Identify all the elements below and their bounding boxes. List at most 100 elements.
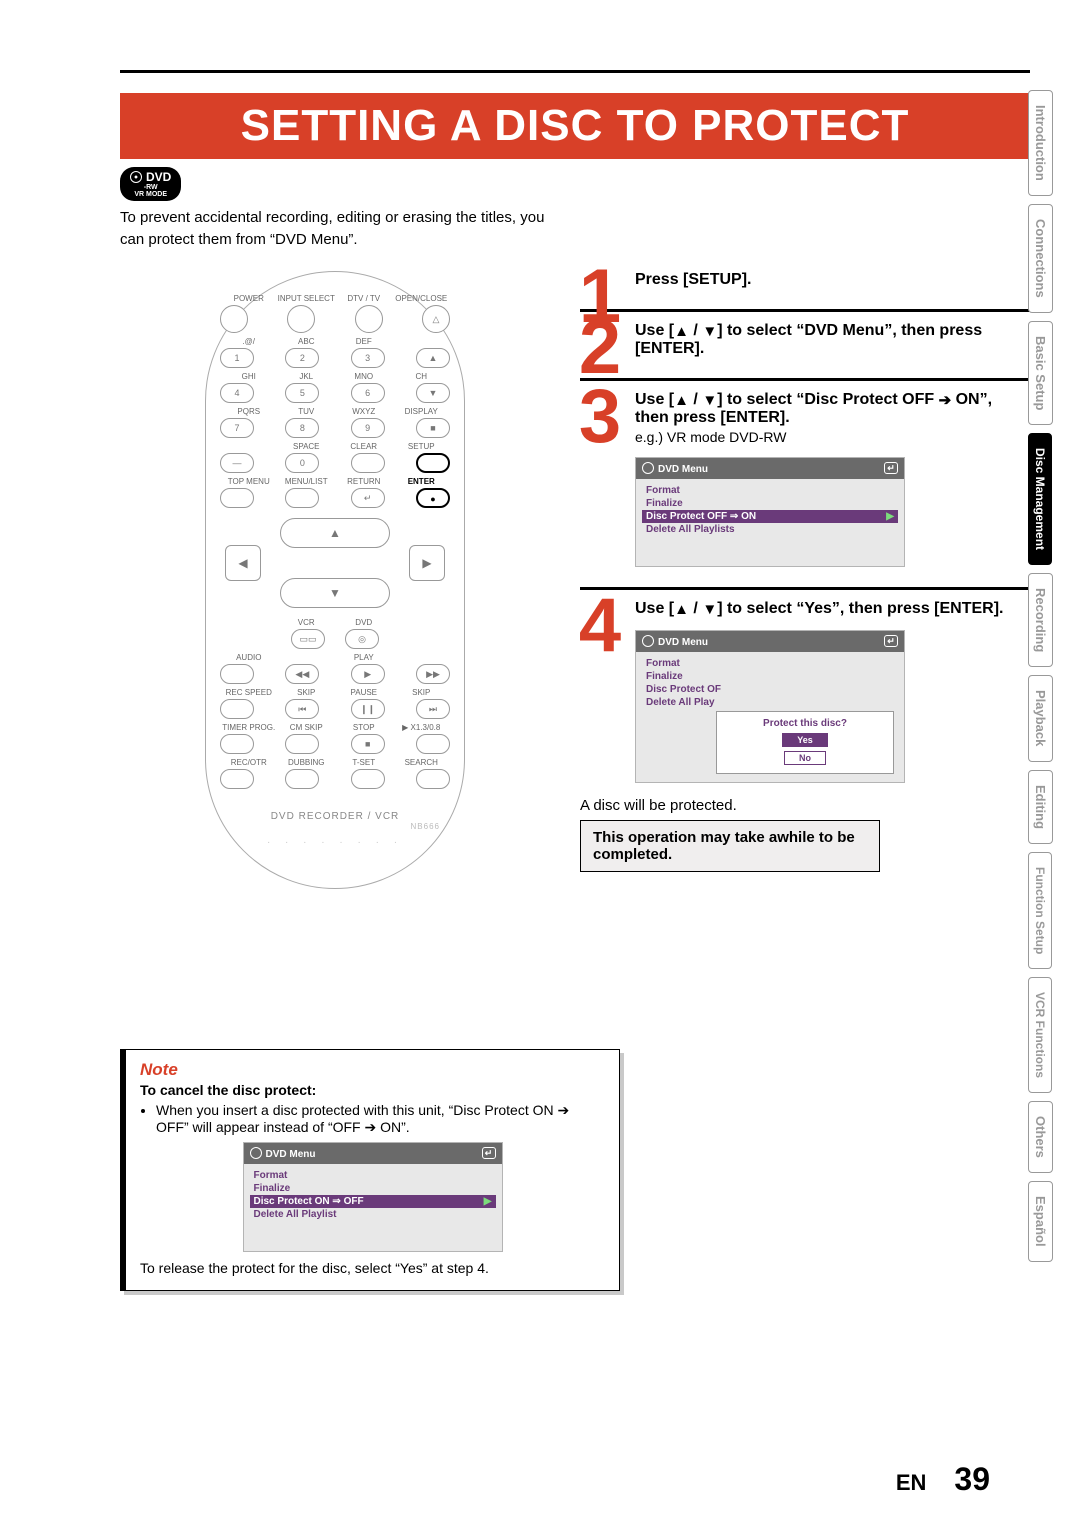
return-icon: ↵	[884, 462, 898, 474]
osd-row: Finalize	[642, 670, 898, 683]
osd-row: Format	[250, 1169, 496, 1182]
enter-button[interactable]: ●	[416, 488, 450, 508]
num-6[interactable]: 6	[351, 383, 385, 403]
step-text: Use [▲ / ▼] to select “DVD Menu”, then p…	[635, 322, 1030, 358]
step-1: 1 Press [SETUP].	[580, 271, 1030, 289]
tab-recording[interactable]: Recording	[1028, 573, 1053, 667]
badge-sub1: -RW	[130, 184, 171, 191]
return-button[interactable]: ↵	[351, 488, 385, 508]
confirm-dialog: Protect this disc? Yes No	[716, 711, 894, 774]
rec-speed-button[interactable]	[220, 699, 254, 719]
speed-button[interactable]	[416, 734, 450, 754]
osd-row-selected: Disc Protect OFF ⇒ ON▶	[642, 510, 898, 523]
num-3[interactable]: 3	[351, 348, 385, 368]
tab-function-setup[interactable]: Function Setup	[1028, 852, 1052, 969]
num-8[interactable]: 8	[285, 418, 319, 438]
audio-button[interactable]	[220, 664, 254, 684]
timer-prog-button[interactable]	[220, 734, 254, 754]
step3-osd: DVD Menu↵ Format Finalize Disc Protect O…	[635, 457, 905, 567]
search-button[interactable]	[416, 769, 450, 789]
num-2[interactable]: 2	[285, 348, 319, 368]
vcr-button[interactable]: ▭▭	[291, 629, 325, 649]
step-number: 4	[570, 596, 630, 657]
clear-button[interactable]	[351, 453, 385, 473]
tab-editing[interactable]: Editing	[1028, 770, 1053, 844]
down-icon: ▼	[702, 323, 717, 340]
open-close-button[interactable]: △	[422, 305, 450, 333]
stop-button[interactable]: ■	[351, 734, 385, 754]
num-5[interactable]: 5	[285, 383, 319, 403]
step4-after: A disc will be protected.	[580, 797, 1030, 814]
display-button[interactable]: ■	[416, 418, 450, 438]
intro-text: To prevent accidental recording, editing…	[120, 207, 560, 251]
nav-left[interactable]: ◀	[225, 545, 261, 581]
pause-button[interactable]: ❙❙	[351, 699, 385, 719]
page-title: SETTING A DISC TO PROTECT	[120, 93, 1030, 159]
disc-icon	[642, 462, 654, 474]
t-set-button[interactable]	[351, 769, 385, 789]
ch-down[interactable]: ▼	[416, 383, 450, 403]
dialog-no[interactable]: No	[784, 751, 826, 765]
note-heading: Note	[140, 1060, 605, 1080]
tab-disc-management[interactable]: Disc Management	[1028, 433, 1052, 565]
tab-playback[interactable]: Playback	[1028, 675, 1053, 761]
top-menu-button[interactable]	[220, 488, 254, 508]
num-1[interactable]: 1	[220, 348, 254, 368]
left-column: POWERINPUT SELECTDTV / TVOPEN/CLOSE △ .@…	[120, 271, 550, 1291]
play-button[interactable]: ▶	[351, 664, 385, 684]
skip-back-button[interactable]: ⏮	[285, 699, 319, 719]
osd-row: Finalize	[642, 497, 898, 510]
num-9[interactable]: 9	[351, 418, 385, 438]
dtv-tv-button[interactable]	[355, 305, 383, 333]
tab-basic-setup[interactable]: Basic Setup	[1028, 321, 1053, 425]
tab-others[interactable]: Others	[1028, 1101, 1053, 1173]
up-icon: ▲	[674, 392, 689, 409]
step-subtext: e.g.) VR mode DVD-RW	[635, 429, 1030, 445]
osd-row-selected: Disc Protect ON ⇒ OFF▶	[250, 1195, 496, 1208]
top-rule	[120, 70, 1030, 73]
remote-dots: · · · · · · · ·	[220, 837, 450, 848]
cm-skip-button[interactable]	[285, 734, 319, 754]
page-number: 39	[954, 1461, 990, 1498]
tab-introduction[interactable]: Introduction	[1028, 90, 1053, 196]
tab-connections[interactable]: Connections	[1028, 204, 1053, 313]
lang-label: EN	[896, 1470, 927, 1496]
input-select-button[interactable]	[287, 305, 315, 333]
play-icon: ▶	[484, 1196, 492, 1207]
rew-button[interactable]: ◀◀	[285, 664, 319, 684]
dialog-yes[interactable]: Yes	[782, 733, 828, 747]
skip-fwd-button[interactable]: ⏭	[416, 699, 450, 719]
down-icon: ▼	[702, 601, 717, 618]
dialog-question: Protect this disc?	[727, 718, 883, 729]
num-0[interactable]: 0	[285, 453, 319, 473]
ff-button[interactable]: ▶▶	[416, 664, 450, 684]
osd-row: Format	[642, 484, 898, 497]
dubbing-button[interactable]	[285, 769, 319, 789]
remote-control: POWERINPUT SELECTDTV / TVOPEN/CLOSE △ .@…	[205, 271, 465, 889]
disc-icon	[130, 171, 142, 183]
osd-row: Disc Protect OF	[642, 683, 898, 696]
return-icon: ↵	[884, 635, 898, 647]
power-button[interactable]	[220, 305, 248, 333]
manual-page: SETTING A DISC TO PROTECT DVD -RW VR MOD…	[0, 0, 1080, 1528]
setup-button[interactable]	[416, 453, 450, 473]
menu-list-button[interactable]	[285, 488, 319, 508]
osd-row: Delete All Play	[642, 696, 898, 709]
dvd-button[interactable]: ◎	[345, 629, 379, 649]
step4-osd: DVD Menu↵ Format Finalize Disc Protect O…	[635, 630, 905, 783]
num-7[interactable]: 7	[220, 418, 254, 438]
return-icon: ↵	[482, 1147, 496, 1159]
nav-right[interactable]: ▶	[409, 545, 445, 581]
dash-button[interactable]: —	[220, 453, 254, 473]
ch-up[interactable]: ▲	[416, 348, 450, 368]
note-bullet: When you insert a disc protected with th…	[156, 1102, 605, 1136]
nav-down[interactable]: ▼	[280, 578, 390, 608]
nav-up[interactable]: ▲	[280, 518, 390, 548]
tab-vcr-functions[interactable]: VCR Functions	[1028, 977, 1052, 1093]
step-2: 2 Use [▲ / ▼] to select “DVD Menu”, then…	[580, 322, 1030, 358]
page-footer: EN 39	[896, 1461, 990, 1498]
num-4[interactable]: 4	[220, 383, 254, 403]
tab-espanol[interactable]: Español	[1028, 1181, 1053, 1262]
dvd-rw-badge: DVD -RW VR MODE	[120, 167, 181, 201]
rec-otr-button[interactable]	[220, 769, 254, 789]
